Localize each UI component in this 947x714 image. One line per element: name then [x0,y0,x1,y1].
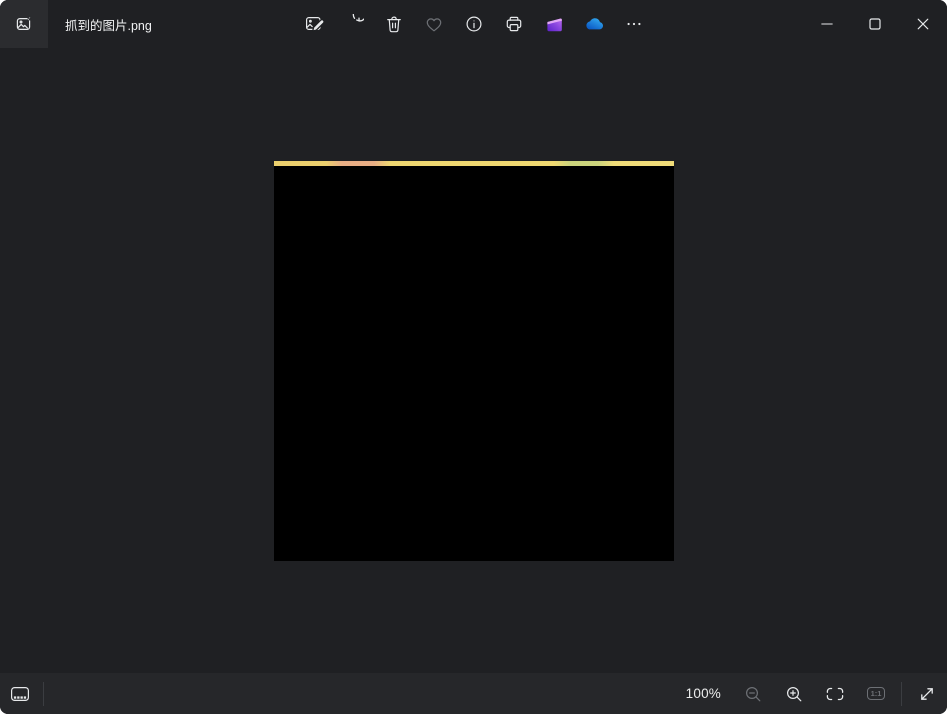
zoom-out-button[interactable] [737,680,769,708]
statusbar-divider-left [43,682,44,706]
clipchamp-button[interactable] [534,0,574,48]
zoom-out-icon [743,684,763,704]
fit-to-window-button[interactable] [819,680,851,708]
fullscreen-icon [917,684,937,704]
close-icon [913,14,933,34]
printer-icon [504,14,524,34]
titlebar: 抓到的图片.png [0,0,947,48]
statusbar-divider-right [901,682,902,706]
actual-size-icon: 1:1 [867,687,886,701]
onedrive-cloud-icon [583,13,605,35]
filmstrip-toggle-button[interactable] [6,680,34,708]
info-button[interactable] [454,0,494,48]
info-circle-icon [464,14,484,34]
clipchamp-icon [544,14,564,34]
statusbar: 100% [0,673,947,714]
close-button[interactable] [899,0,947,48]
ellipsis-icon [624,14,644,34]
photo-black-area [274,166,674,561]
window-controls [803,0,947,48]
rotate-button[interactable] [334,0,374,48]
photos-app-icon [14,14,34,34]
maximize-icon [865,14,885,34]
print-button[interactable] [494,0,534,48]
minimize-button[interactable] [803,0,851,48]
heart-icon [424,14,444,34]
fit-to-window-icon [824,684,846,704]
photos-app-window: 抓到的图片.png [0,0,947,714]
favorite-button[interactable] [414,0,454,48]
fullscreen-button[interactable] [911,680,943,708]
photo-image[interactable] [274,161,674,561]
trash-icon [384,14,404,34]
delete-button[interactable] [374,0,414,48]
filmstrip-icon [9,683,31,705]
edit-image-button[interactable] [294,0,334,48]
statusbar-right: 100% [686,680,947,708]
onedrive-button[interactable] [574,0,614,48]
actual-size-button[interactable]: 1:1 [860,680,892,708]
zoom-in-button[interactable] [778,680,810,708]
filename-title: 抓到的图片.png [65,15,152,34]
edit-image-icon [304,14,324,34]
zoom-level-label: 100% [686,686,721,701]
more-options-button[interactable] [614,0,654,48]
minimize-icon [817,14,837,34]
toolbar [294,0,654,48]
zoom-in-icon [784,684,804,704]
statusbar-left [0,680,44,708]
rotate-icon [344,14,364,34]
app-icon-button[interactable] [0,0,48,48]
maximize-button[interactable] [851,0,899,48]
viewer-canvas [0,48,947,673]
